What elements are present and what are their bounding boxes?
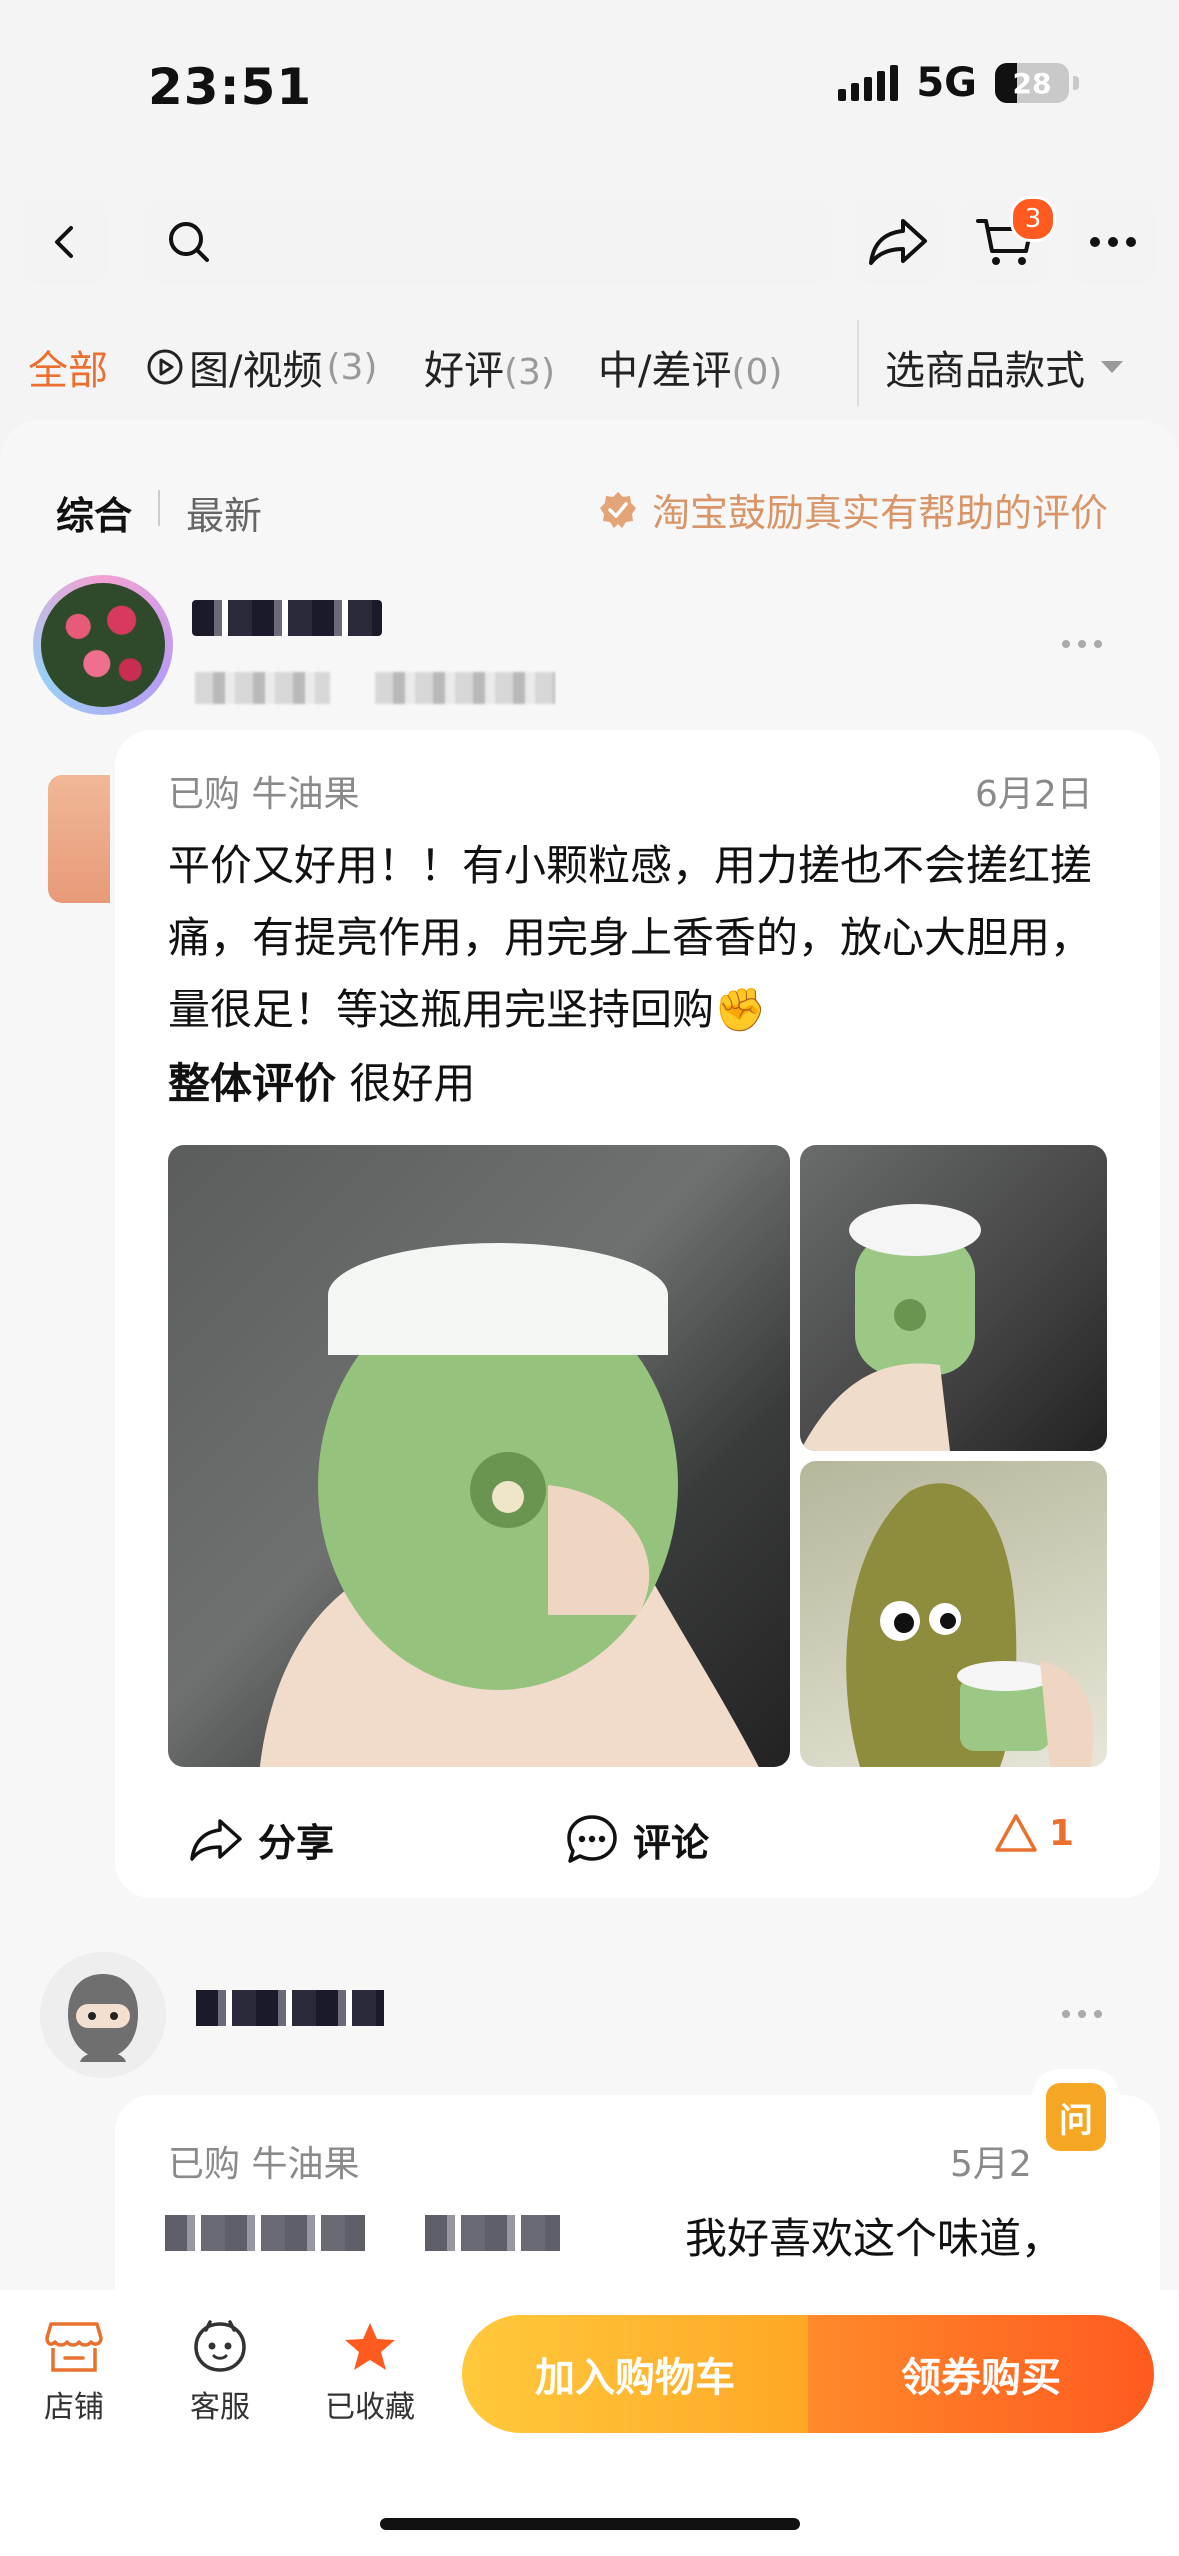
review-photo-1[interactable] <box>168 1145 790 1767</box>
review-text-redacted-2 <box>425 2215 560 2251</box>
caret-down-icon <box>1101 361 1123 373</box>
like-action[interactable]: 1 <box>993 1812 1074 1854</box>
play-icon <box>147 349 183 385</box>
battery-tip <box>1073 76 1079 90</box>
review-more-icon[interactable] <box>1062 640 1102 648</box>
favorite-button[interactable]: 已收藏 <box>310 2320 430 2426</box>
status-time: 23:51 <box>148 58 313 116</box>
ninja-avatar-icon <box>40 1952 166 2078</box>
side-thumbnail <box>48 775 110 903</box>
style-select[interactable]: 选商品款式 <box>885 338 1123 396</box>
share-button[interactable] <box>855 200 941 284</box>
sort-latest[interactable]: 最新 <box>186 485 262 540</box>
tab-good[interactable]: 好评(3) <box>424 338 555 396</box>
ask-button[interactable]: 问 <box>1046 2083 1106 2151</box>
review-photo-3[interactable] <box>800 1461 1107 1767</box>
share-action[interactable]: 分享 <box>188 1812 334 1867</box>
comment-action[interactable]: 评论 <box>565 1812 709 1867</box>
product-jar-photo <box>800 1204 981 1451</box>
star-icon <box>345 2323 395 2370</box>
store-button[interactable]: 店铺 <box>14 2320 134 2426</box>
tab-all[interactable]: 全部 <box>28 338 108 396</box>
encourage-notice: 淘宝鼓励真实有帮助的评价 <box>598 482 1108 537</box>
status-indicators: 5G 28 <box>838 60 1079 106</box>
add-to-cart-button[interactable]: 加入购物车 <box>462 2315 808 2433</box>
sort-divider <box>158 490 160 526</box>
verified-badge-icon <box>600 491 636 528</box>
review-text-redacted <box>165 2215 365 2251</box>
overall-label: 整体评价 <box>168 1059 337 1108</box>
helpful-triangle-icon <box>995 1814 1037 1852</box>
purchased-variant: 已购 牛油果 <box>168 774 360 815</box>
share-icon <box>190 1818 242 1861</box>
review-date-2: 5月2 <box>950 2144 1032 2185</box>
share-arrow-icon <box>869 219 927 265</box>
filter-tabs: 全部 图/视频 (3) 好评(3) 中/差评(0) 选商品款式 <box>0 310 1179 420</box>
battery-icon: 28 <box>995 63 1069 103</box>
review-more-icon-2[interactable] <box>1062 2010 1102 2018</box>
user-meta-redacted-2 <box>375 672 555 704</box>
user-meta-redacted <box>195 672 330 704</box>
username-redacted <box>192 600 382 636</box>
avatar[interactable] <box>33 575 173 715</box>
back-button[interactable] <box>22 200 108 284</box>
overall-value: 很好用 <box>349 1059 476 1108</box>
review-photo-2[interactable] <box>800 1145 1107 1451</box>
network-label: 5G <box>916 60 977 106</box>
home-indicator <box>380 2518 800 2530</box>
buy-now-button[interactable]: 领券购买 <box>808 2315 1154 2433</box>
customer-service-icon <box>194 2320 246 2372</box>
overall-rating: 整体评价 很好用 <box>168 1050 475 1111</box>
comment-icon <box>567 1814 617 1863</box>
review-date: 6月2日 <box>975 774 1093 815</box>
product-hand-photo <box>259 1243 759 1767</box>
cart-button[interactable]: 3 <box>962 196 1056 284</box>
review-text-2: 我好喜欢这个味道， <box>685 2214 1064 2263</box>
purchased-variant-2: 已购 牛油果 <box>168 2144 360 2185</box>
review-text: 平价又好用！！有小颗粒感，用力搓也不会搓红搓痛，有提亮作用，用完身上香香的，放心… <box>168 841 1093 1034</box>
more-button[interactable] <box>1070 200 1156 284</box>
search-icon <box>169 222 209 262</box>
store-icon <box>45 2322 103 2372</box>
signal-icon <box>838 65 899 101</box>
chevron-left-icon <box>55 226 73 258</box>
tab-divider <box>857 320 859 406</box>
cart-count-badge: 3 <box>1010 196 1056 242</box>
sort-comprehensive[interactable]: 综合 <box>56 485 132 540</box>
search-input[interactable] <box>145 200 830 284</box>
tab-photo-video[interactable]: 图/视频 (3) <box>145 338 377 396</box>
tab-medium-bad[interactable]: 中/差评(0) <box>598 338 782 396</box>
service-button[interactable]: 客服 <box>160 2320 280 2426</box>
username-redacted-2 <box>196 1990 384 2026</box>
plush-pear-photo <box>846 1483 1094 1767</box>
avatar[interactable] <box>40 1952 166 2078</box>
